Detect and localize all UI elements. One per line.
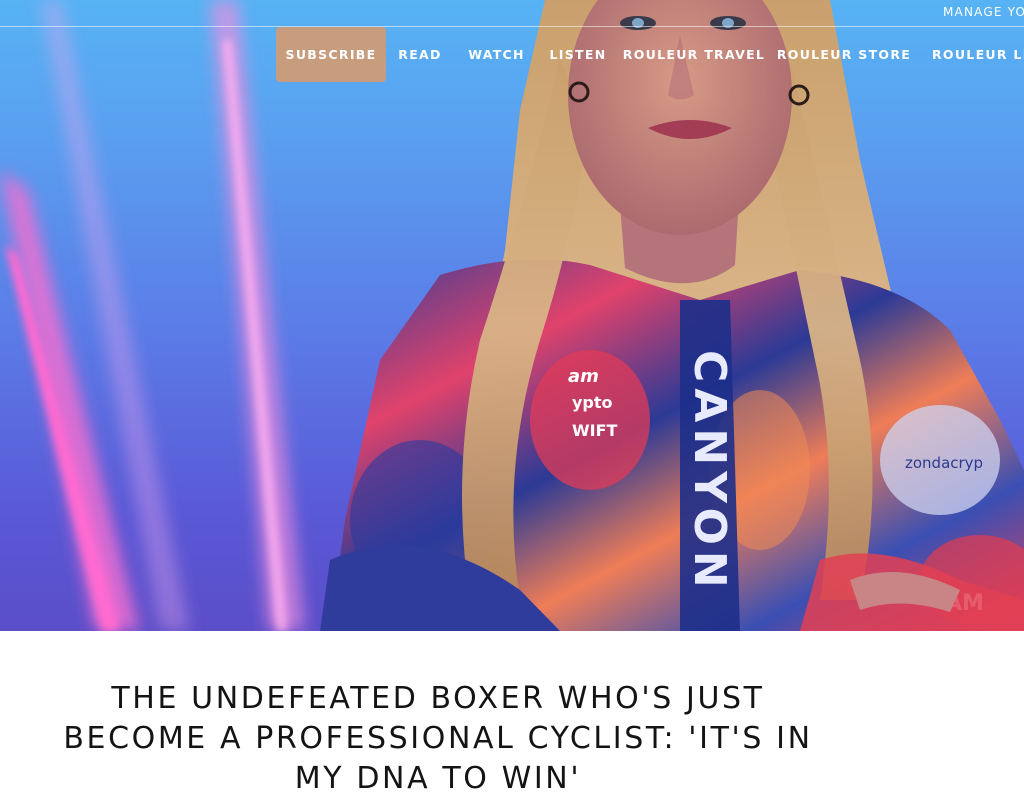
manage-account-link[interactable]: MANAGE YOU: [943, 5, 1024, 19]
main-navigation: SUBSCRIBE READ WATCH LISTEN ROULEUR TRAV…: [0, 27, 1024, 82]
svg-text:am: am: [568, 366, 599, 387]
svg-text:ypto: ypto: [572, 393, 613, 412]
nav-item-rouleur-live[interactable]: ROULEUR LIV: [917, 27, 1024, 82]
nav-item-listen[interactable]: LISTEN: [539, 27, 617, 82]
nav-item-rouleur-store[interactable]: ROULEUR STORE: [771, 27, 917, 82]
hero-banner: CANYON am ypto WIFT zondacryp AM MANAGE …: [0, 0, 1024, 631]
svg-text:zondacryp: zondacryp: [905, 454, 983, 472]
svg-text:CANYON: CANYON: [684, 350, 735, 594]
article-headline: THE UNDEFEATED BOXER WHO'S JUST BECOME A…: [63, 681, 813, 796]
svg-text:WIFT: WIFT: [572, 421, 618, 440]
nav-subscribe-button[interactable]: SUBSCRIBE: [276, 27, 386, 82]
nav-item-rouleur-travel[interactable]: ROULEUR TRAVEL: [617, 27, 771, 82]
hero-image: CANYON am ypto WIFT zondacryp AM: [0, 0, 1024, 631]
nav-item-watch[interactable]: WATCH: [454, 27, 539, 82]
nav-item-read[interactable]: READ: [386, 27, 454, 82]
